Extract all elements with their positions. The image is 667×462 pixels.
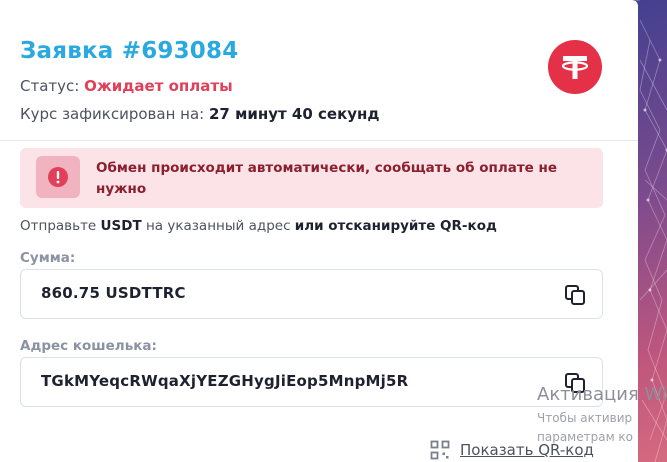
watermark-title: Активация Wi xyxy=(537,384,667,405)
watermark-line-2: параметрам ко xyxy=(537,430,634,444)
wallet-label: Адрес кошелька: xyxy=(20,338,157,354)
instruction-text-3: или отсканируйте QR-код xyxy=(294,218,497,234)
instruction-currency: USDT xyxy=(100,218,142,234)
rate-value: 27 минут 40 секунд xyxy=(209,105,380,123)
payment-instruction: Отправьте USDT на указанный адрес или от… xyxy=(20,218,497,234)
rate-label: Курс зафиксирован на: xyxy=(20,105,209,123)
exclamation-icon xyxy=(48,167,68,187)
tether-logo-icon xyxy=(548,40,602,94)
amount-value: 860.75 USDTTRC xyxy=(41,284,186,302)
watermark-line-1: Чтобы активир xyxy=(537,411,633,425)
order-status: Статус: Ожидает оплаты xyxy=(20,77,233,95)
copy-amount-button[interactable] xyxy=(562,282,588,308)
status-label: Статус: xyxy=(20,77,85,95)
instruction-text-1: Отправьте xyxy=(20,218,101,234)
windows-activation-watermark: Активация Wi Чтобы активир параметрам ко xyxy=(537,384,667,447)
alert-icon-container xyxy=(36,156,80,198)
order-title: Заявка #693084 xyxy=(20,38,239,64)
status-value: Ожидает оплаты xyxy=(84,77,233,95)
rate-fixed-timer: Курс зафиксирован на: 27 минут 40 секунд xyxy=(20,105,380,123)
qr-code-icon xyxy=(430,440,450,460)
order-header: Заявка #693084 Статус: Ожидает оплаты Ку… xyxy=(0,0,638,141)
alert-message: Обмен происходит автоматически, сообщать… xyxy=(96,160,558,197)
copy-icon xyxy=(565,285,585,305)
wallet-address-field[interactable]: TGkMYeqcRWqaXjYEZGHygJiEop5MnpMj5R xyxy=(20,357,603,407)
auto-exchange-alert: Обмен происходит автоматически, сообщать… xyxy=(20,148,603,208)
amount-field[interactable]: 860.75 USDTTRC xyxy=(20,269,603,319)
wallet-address-value: TGkMYeqcRWqaXjYEZGHygJiEop5MnpMj5R xyxy=(41,372,409,390)
amount-label: Сумма: xyxy=(20,250,76,266)
instruction-text-2: на указанный адрес xyxy=(141,218,295,234)
